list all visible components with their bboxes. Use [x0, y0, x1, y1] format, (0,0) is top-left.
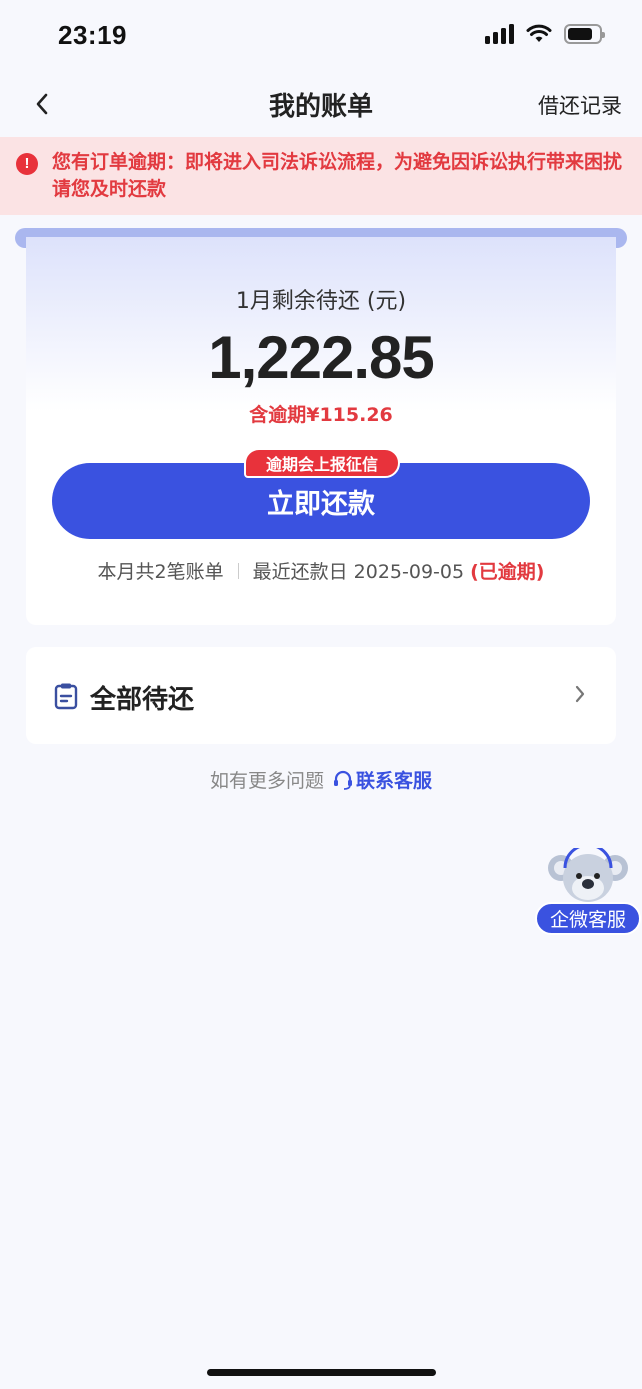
alert-text: 您有订单逾期：即将进入司法诉讼流程，为避免因诉讼执行带来困扰请您及时还款 [52, 151, 623, 200]
battery-icon [564, 24, 605, 44]
nav-bar: 我的账单 借还记录 [0, 72, 642, 136]
wecom-service-label: 企微客服 [535, 902, 641, 935]
credit-report-badge: 逾期会上报征信 [244, 448, 400, 478]
overdue-status-tag: (已逾期) [470, 561, 545, 583]
help-question: 如有更多问题 [209, 770, 324, 792]
status-time: 23:19 [58, 20, 127, 50]
divider [237, 562, 239, 579]
recent-due-date: 最近还款日 2025-09-05 [252, 561, 465, 583]
remaining-amount: 1,222.85 [208, 324, 435, 391]
contact-label: 联系客服 [356, 770, 433, 792]
all-pending-row[interactable]: 全部待还 [26, 647, 616, 744]
status-bar: 23:19 [0, 0, 642, 72]
wifi-icon [526, 24, 552, 42]
overdue-amount: 含逾期¥115.26 [249, 404, 393, 426]
wecom-service-button[interactable]: 企微客服 [535, 848, 642, 938]
all-pending-label: 全部待还 [90, 685, 195, 715]
chevron-right-icon [575, 685, 585, 703]
home-indicator [207, 1369, 436, 1376]
alert-exclamation-icon: ! [16, 153, 38, 175]
clipboard-icon [54, 683, 78, 710]
help-row: 如有更多问题 联系客服 [0, 766, 642, 793]
contact-service-link[interactable]: 联系客服 [332, 766, 432, 793]
headset-icon [334, 770, 352, 790]
bill-count: 本月共2笔账单 [97, 561, 224, 583]
koala-mascot-icon [548, 848, 628, 902]
bill-summary-card: 1月剩余待还 (元) 1,222.85 含逾期¥115.26 立即还款 逾期会上… [26, 237, 616, 625]
signal-icon [485, 24, 514, 44]
overdue-alert-banner: ! 您有订单逾期：即将进入司法诉讼流程，为避免因诉讼执行带来困扰请您及时还款 [0, 137, 642, 215]
remaining-label: 1月剩余待还 (元) [235, 289, 407, 314]
borrow-return-records-link[interactable]: 借还记录 [538, 90, 622, 120]
bill-info-row: 本月共2笔账单 最近还款日 2025-09-05 (已逾期) [26, 557, 616, 584]
status-icons [485, 24, 605, 44]
